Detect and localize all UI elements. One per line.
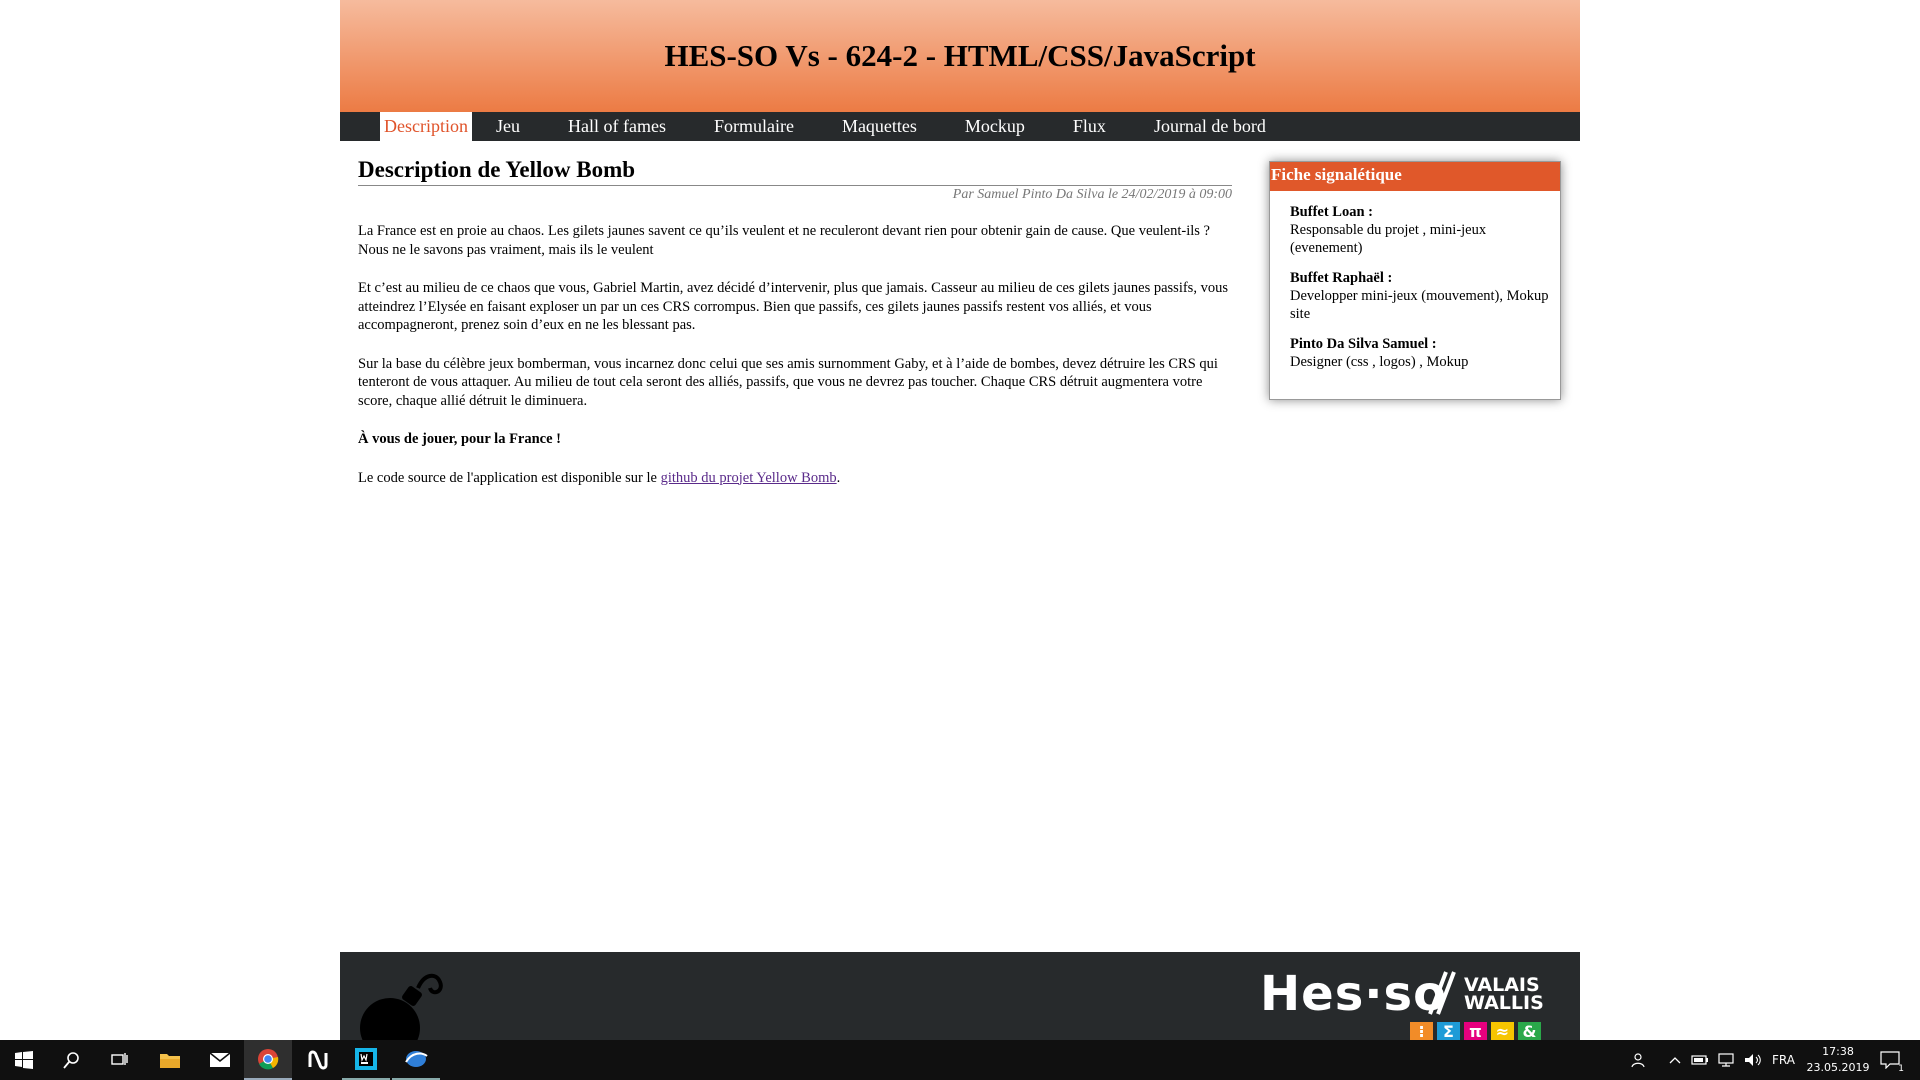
main-nav: Description Jeu Hall of fames Formulaire… bbox=[340, 112, 1580, 141]
site-title: HES-SO Vs - 624-2 - HTML/CSS/JavaScript bbox=[664, 38, 1256, 73]
factsheet-entry: Buffet Raphaël : Developper mini-jeux (m… bbox=[1290, 269, 1560, 323]
article-paragraph: La France est en proie au chaos. Les gil… bbox=[358, 223, 1210, 258]
nav-item-maquettes[interactable]: Maquettes bbox=[818, 112, 941, 141]
article-paragraph: Et c’est au milieu de ce chaos que vous,… bbox=[358, 280, 1228, 333]
member-name: Pinto Da Silva Samuel : bbox=[1290, 336, 1437, 352]
input-language[interactable]: FRA bbox=[1772, 1040, 1795, 1080]
github-link[interactable]: github du projet Yellow Bomb bbox=[661, 470, 837, 486]
member-role: Developper mini-jeux (mouvement), Mokup … bbox=[1290, 288, 1549, 322]
nav-item-hall-of-fames[interactable]: Hall of fames bbox=[544, 112, 690, 141]
notification-icon bbox=[1880, 1051, 1900, 1069]
factsheet-title: Fiche signalétique bbox=[1270, 162, 1560, 191]
member-role: Responsable du projet , mini-jeux (evene… bbox=[1290, 222, 1487, 256]
factsheet-entry: Buffet Loan : Responsable du projet , mi… bbox=[1290, 203, 1560, 257]
wallis-label: WALLIS bbox=[1464, 992, 1544, 1014]
nav-item-description[interactable]: Description bbox=[380, 112, 472, 141]
network-button[interactable] bbox=[1714, 1040, 1738, 1080]
people-button[interactable] bbox=[1622, 1040, 1654, 1080]
chrome-button[interactable] bbox=[244, 1040, 292, 1080]
task-view-button[interactable] bbox=[96, 1040, 144, 1080]
faculty-tile-icon: Σ bbox=[1437, 1022, 1460, 1040]
webstorm-icon bbox=[355, 1048, 377, 1070]
faculty-tile-icon: & bbox=[1518, 1022, 1541, 1040]
nav-item-flux[interactable]: Flux bbox=[1049, 112, 1130, 141]
article-byline: Par Samuel Pinto Da Silva le 24/02/2019 … bbox=[952, 187, 1232, 202]
clock-time: 17:38 bbox=[1822, 1045, 1854, 1058]
hes-so-logo: Hes·so VALAIS WALLIS ⁝ Σπ ≈ & bbox=[1260, 966, 1550, 1040]
faculty-tile-icon: ≈ bbox=[1491, 1022, 1514, 1040]
file-explorer-icon bbox=[160, 1054, 180, 1068]
faculty-tile-icon: ⁝ bbox=[1410, 1022, 1433, 1040]
factsheet-entry: Pinto Da Silva Samuel : Designer (css , … bbox=[1290, 335, 1560, 371]
call-to-action: À vous de jouer, pour la France ! bbox=[358, 431, 561, 447]
file-explorer-button[interactable] bbox=[146, 1040, 194, 1080]
page: HES-SO Vs - 624-2 - HTML/CSS/JavaScript … bbox=[340, 0, 1580, 1040]
notification-count: 1 bbox=[1898, 1064, 1904, 1074]
article-title: Description de Yellow Bomb bbox=[358, 156, 1232, 186]
notion-button[interactable] bbox=[294, 1040, 342, 1080]
factsheet-panel: Fiche signalétique Buffet Loan : Respons… bbox=[1269, 161, 1561, 400]
mail-icon bbox=[209, 1052, 231, 1067]
windows-start-button[interactable] bbox=[0, 1040, 48, 1080]
site-footer: Hes·so VALAIS WALLIS ⁝ Σπ ≈ & bbox=[340, 952, 1580, 1040]
faculty-tile-icon: π bbox=[1464, 1022, 1487, 1040]
taskbar-clock[interactable]: 17:38 23.05.2019 bbox=[1804, 1044, 1872, 1076]
volume-icon bbox=[1745, 1054, 1761, 1066]
task-view-icon bbox=[111, 1053, 128, 1065]
webstorm-button[interactable] bbox=[342, 1040, 390, 1080]
action-center-button[interactable]: 1 bbox=[1870, 1040, 1910, 1080]
people-icon bbox=[1631, 1053, 1645, 1068]
windows-taskbar: FRA 17:38 23.05.2019 1 bbox=[0, 1040, 1920, 1080]
volume-button[interactable] bbox=[1740, 1040, 1766, 1080]
source-prefix: Le code source de l'application est disp… bbox=[358, 469, 661, 486]
battery-button[interactable] bbox=[1688, 1040, 1712, 1080]
mail-button[interactable] bbox=[196, 1040, 244, 1080]
taskbar-search-button[interactable] bbox=[48, 1040, 96, 1080]
article-paragraph: Sur la base du célèbre jeux bomberman, v… bbox=[358, 355, 1218, 409]
bomb-logo-icon bbox=[360, 973, 443, 1040]
search-icon bbox=[63, 1052, 79, 1069]
network-icon bbox=[1718, 1053, 1734, 1067]
member-name: Buffet Loan : bbox=[1290, 204, 1373, 220]
slash-mark-icon bbox=[1428, 971, 1456, 1015]
nav-item-formulaire[interactable]: Formulaire bbox=[690, 112, 818, 141]
browser-icon bbox=[405, 1051, 428, 1067]
chrome-icon bbox=[258, 1049, 279, 1070]
nav-item-journal-de-bord[interactable]: Journal de bord bbox=[1130, 112, 1290, 141]
battery-icon bbox=[1691, 1055, 1708, 1065]
chevron-up-icon bbox=[1669, 1057, 1681, 1064]
nav-item-mockup[interactable]: Mockup bbox=[941, 112, 1049, 141]
member-role: Designer (css , logos) , Mokup bbox=[1290, 354, 1469, 370]
nav-item-jeu[interactable]: Jeu bbox=[472, 112, 544, 141]
source-suffix: . bbox=[836, 469, 841, 486]
browser-button[interactable] bbox=[392, 1040, 440, 1080]
article: Description de Yellow Bomb Par Samuel Pi… bbox=[358, 156, 1232, 487]
site-header: HES-SO Vs - 624-2 - HTML/CSS/JavaScript bbox=[340, 0, 1580, 112]
notion-icon bbox=[308, 1050, 328, 1070]
member-name: Buffet Raphaël : bbox=[1290, 270, 1393, 286]
source-code-note: Le code source de l'application est disp… bbox=[358, 469, 1232, 488]
tray-expand-button[interactable] bbox=[1664, 1040, 1686, 1080]
clock-date: 23.05.2019 bbox=[1806, 1061, 1870, 1074]
windows-start-icon bbox=[15, 1051, 33, 1069]
